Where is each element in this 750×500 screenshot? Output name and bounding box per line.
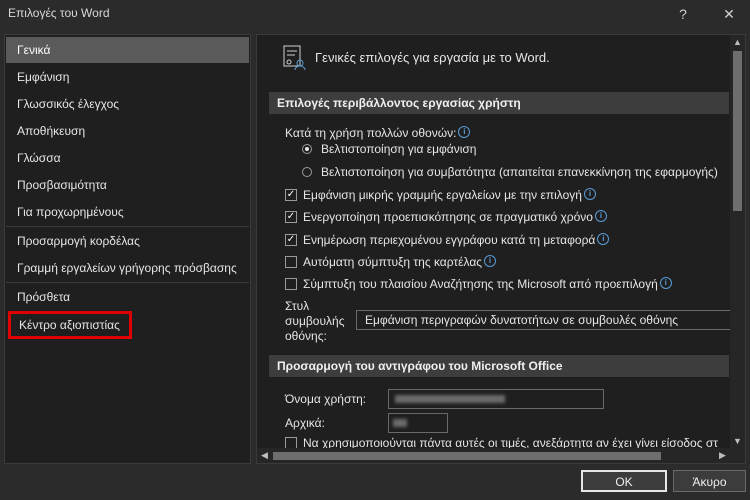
checkbox-mini-toolbar-label: Εμφάνιση μικρής γραμμής εργαλείων με την… [303, 188, 596, 202]
info-icon[interactable]: i [484, 255, 497, 267]
help-icon[interactable]: ? [670, 4, 696, 24]
horizontal-scrollbar[interactable]: ◀ ▶ [257, 448, 730, 463]
info-icon[interactable]: i [659, 277, 672, 289]
sidebar-item-add-ins[interactable]: Πρόσθετα [6, 284, 249, 310]
close-icon[interactable]: ✕ [716, 4, 742, 24]
collapse-tab-text: Αυτόματη σύμπτυξη της καρτέλας [303, 255, 483, 269]
info-icon[interactable]: i [594, 210, 607, 222]
title-bar: Επιλογές του Word ? ✕ [0, 0, 750, 28]
scroll-right-icon[interactable]: ▶ [715, 448, 730, 463]
info-icon[interactable]: i [458, 126, 471, 138]
info-icon[interactable]: i [583, 188, 596, 200]
live-preview-text: Ενεργοποίηση προεπισκόπησης σε πραγματικ… [303, 210, 593, 224]
checkbox-collapse-tab[interactable] [285, 256, 297, 268]
section-ui-options: Επιλογές περιβάλλοντος εργασίας χρήστη [269, 92, 729, 114]
username-input[interactable] [388, 389, 604, 409]
initials-input[interactable] [388, 413, 448, 433]
sidebar-item-accessibility[interactable]: Προσβασιμότητα [6, 172, 249, 198]
scroll-corner [730, 448, 745, 463]
cancel-button[interactable]: Άκυρο [673, 470, 746, 492]
radio-optimize-appearance-label: Βελτιστοποίηση για εμφάνιση [321, 142, 477, 156]
scroll-down-icon[interactable]: ▼ [730, 434, 745, 449]
scroll-left-icon[interactable]: ◀ [257, 448, 272, 463]
checkbox-collapse-search-label: Σύμπτυξη του πλαισίου Αναζήτησης της Mic… [303, 277, 672, 291]
checkbox-live-preview-label: Ενεργοποίηση προεπισκόπησης σε πραγματικ… [303, 210, 607, 224]
username-label: Όνομα χρήστη: [285, 392, 367, 406]
options-scroll-area: Γενικές επιλογές για εργασία με το Word.… [257, 35, 730, 449]
radio-optimize-compatibility-label: Βελτιστοποίηση για συμβατότητα (απαιτείτ… [321, 165, 718, 179]
sidebar-divider [6, 282, 249, 283]
multi-display-label: Κατά τη χρήση πολλών οθονών: i [285, 126, 471, 140]
radio-optimize-appearance[interactable] [302, 144, 312, 154]
sidebar-item-customize-ribbon[interactable]: Προσαρμογή κορδέλας [6, 228, 249, 254]
sidebar-item-save[interactable]: Αποθήκευση [6, 118, 249, 144]
collapse-search-text: Σύμπτυξη του πλαισίου Αναζήτησης της Mic… [303, 277, 658, 291]
screentip-style-select[interactable]: Εμφάνιση περιγραφών δυνατοτήτων σε συμβο… [356, 310, 730, 330]
general-options-panel: Γενικές επιλογές για εργασία με το Word.… [256, 34, 746, 464]
checkbox-collapse-search[interactable] [285, 278, 297, 290]
checkbox-collapse-tab-label: Αυτόματη σύμπτυξη της καρτέλας i [303, 255, 497, 269]
checkbox-mini-toolbar[interactable]: ✓ [285, 189, 297, 201]
info-icon[interactable]: i [597, 233, 610, 245]
radio-optimize-compatibility[interactable] [302, 167, 312, 177]
redacted-value [393, 419, 407, 427]
screentip-label-line3: οθόνης: [285, 329, 327, 343]
screentip-label-line1: Στυλ [285, 299, 310, 313]
initials-label: Αρχικά: [285, 416, 325, 430]
sidebar-item-trust-center[interactable]: Κέντρο αξιοπιστίας [8, 311, 132, 339]
checkbox-update-content[interactable]: ✓ [285, 234, 297, 246]
options-sidebar: Γενικά Εμφάνιση Γλωσσικός έλεγχος Αποθήκ… [4, 34, 251, 464]
sidebar-item-language[interactable]: Γλώσσα [6, 145, 249, 171]
ok-button[interactable]: OK [581, 470, 667, 492]
vertical-scroll-thumb[interactable] [733, 51, 742, 211]
general-options-icon [283, 45, 306, 71]
sidebar-item-general[interactable]: Γενικά [6, 37, 249, 63]
redacted-value [395, 395, 505, 403]
page-header: Γενικές επιλογές για εργασία με το Word. [315, 50, 550, 65]
horizontal-scroll-thumb[interactable] [273, 452, 661, 460]
section-personalize-office: Προσαρμογή του αντιγράφου του Microsoft … [269, 355, 729, 377]
sidebar-item-advanced[interactable]: Για προχωρημένους [6, 199, 249, 225]
multi-display-text: Κατά τη χρήση πολλών οθονών: [285, 126, 457, 140]
vertical-scrollbar[interactable]: ▲ ▼ [730, 35, 745, 449]
mini-toolbar-text: Εμφάνιση μικρής γραμμής εργαλείων με την… [303, 188, 582, 202]
checkbox-update-content-label: Ενημέρωση περιεχομένου εγγράφου κατά τη … [303, 233, 610, 247]
sidebar-item-proofing[interactable]: Γλωσσικός έλεγχος [6, 91, 249, 117]
window-title: Επιλογές του Word [8, 6, 110, 20]
checkbox-live-preview[interactable]: ✓ [285, 211, 297, 223]
scroll-up-icon[interactable]: ▲ [730, 35, 745, 50]
screentip-label-line2: συμβουλής [285, 314, 345, 328]
sidebar-item-display[interactable]: Εμφάνιση [6, 64, 249, 90]
update-content-text: Ενημέρωση περιεχομένου εγγράφου κατά τη … [303, 233, 596, 247]
sidebar-divider [6, 226, 249, 227]
sidebar-item-quick-access-toolbar[interactable]: Γραμμή εργαλείων γρήγορης πρόσβασης [6, 255, 249, 281]
